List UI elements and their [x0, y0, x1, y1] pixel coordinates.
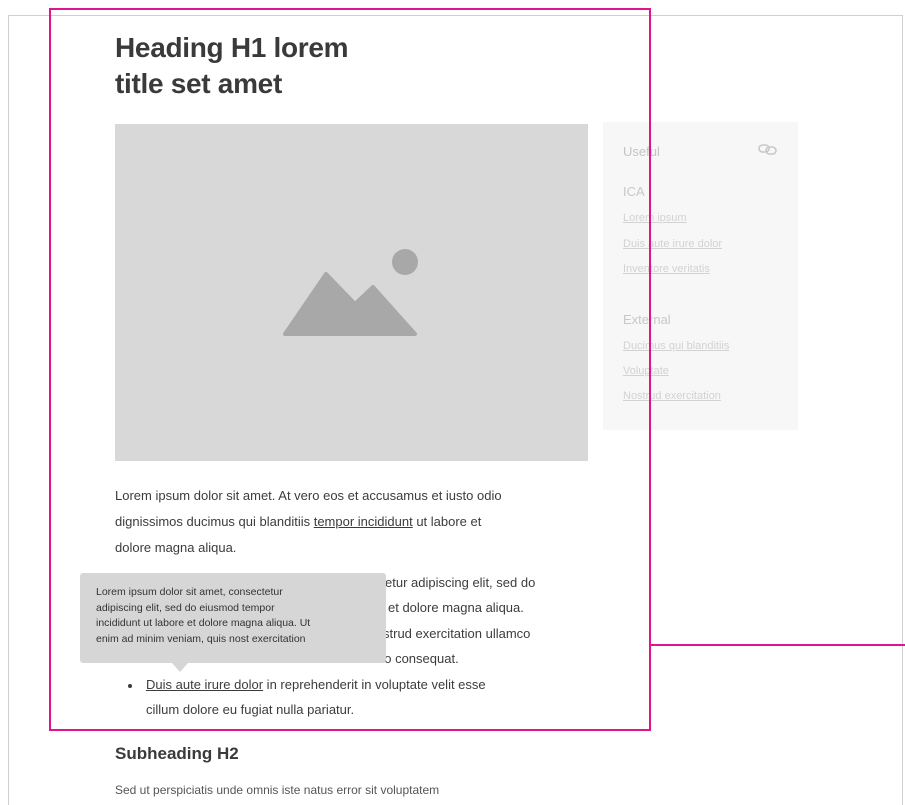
link-icon[interactable] — [758, 142, 778, 161]
selection-connector-line — [651, 644, 905, 646]
selection-frame[interactable] — [49, 8, 651, 731]
subheading: Subheading H2 — [115, 744, 239, 763]
paragraph-text: Sed ut perspiciatis unde omnis iste natu… — [115, 783, 440, 797]
